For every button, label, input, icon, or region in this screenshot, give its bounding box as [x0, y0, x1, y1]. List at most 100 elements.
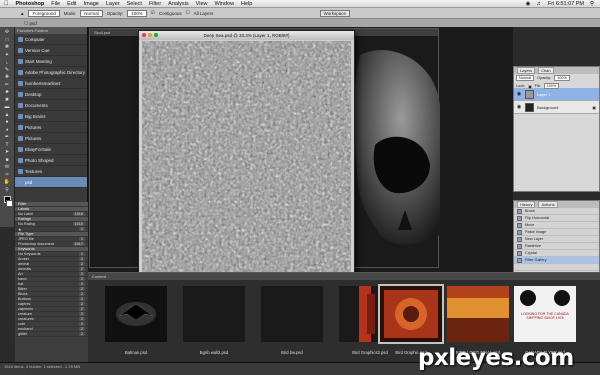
background-color-swatch[interactable]: [5, 200, 13, 207]
history-item[interactable]: Rasterize: [514, 243, 599, 250]
dodge-tool-icon[interactable]: ◕: [2, 127, 13, 134]
history-item[interactable]: Paste Image: [514, 229, 599, 236]
eyedropper-tool-icon[interactable]: ✑: [2, 172, 13, 179]
history-item[interactable]: Crystal: [514, 250, 599, 257]
all-layers-checkbox[interactable]: ☐: [186, 10, 190, 16]
filter-row[interactable]: glitter 2: [15, 332, 88, 337]
menu-window[interactable]: Window: [214, 1, 234, 7]
menu-file[interactable]: File: [51, 1, 60, 7]
lasso-tool-icon[interactable]: ❃: [2, 44, 13, 51]
folder-icon: [18, 113, 23, 119]
filter-label: capimeis: [18, 307, 33, 311]
favorite-item[interactable]: Pictures: [15, 133, 87, 144]
favorite-item[interactable]: EbayForSale: [15, 144, 87, 155]
path-current[interactable]: psd: [30, 21, 37, 26]
history-item[interactable]: Brush: [514, 208, 599, 215]
notes-tool-icon[interactable]: ✉: [2, 164, 13, 171]
apple-menu-icon[interactable]: : [4, 1, 9, 7]
layer-row-background[interactable]: ◉ Background ▣: [514, 101, 599, 114]
path-select-tool-icon[interactable]: ➤: [2, 149, 13, 156]
favorite-item[interactable]: humbertsmarlinez: [15, 78, 87, 89]
content-thumb[interactable]: Bgrib wall2.psd: [180, 282, 248, 356]
content-thumb[interactable]: Bird bw.psd: [258, 282, 326, 356]
lock-icon[interactable]: ▣: [528, 84, 532, 89]
flyer-text: LOOKING FOR THE CANADA SHIPPING SINCE 19…: [521, 312, 569, 320]
crop-tool-icon[interactable]: ⌞: [2, 59, 13, 66]
favorite-item[interactable]: Desktop: [15, 89, 87, 100]
menu-analysis[interactable]: Analysis: [168, 1, 188, 7]
favorite-item[interactable]: Computer: [15, 34, 87, 45]
history-item[interactable]: Flip Horizontal: [514, 215, 599, 222]
favorite-item[interactable]: Pictures: [15, 122, 87, 133]
favorites-header[interactable]: Favorites Folders: [15, 27, 87, 34]
hand-tool-icon[interactable]: ✋: [2, 179, 13, 186]
blend-mode-select[interactable]: Normal: [516, 75, 535, 81]
menu-view[interactable]: View: [196, 1, 208, 7]
history-brush-icon[interactable]: ✖: [2, 97, 13, 104]
paint-bucket-icon[interactable]: ▲: [20, 11, 24, 16]
menu-layer[interactable]: Layer: [106, 1, 120, 7]
content-header[interactable]: Content: [88, 273, 600, 280]
tab-history[interactable]: History: [517, 201, 536, 208]
layer-opacity-field[interactable]: 100%: [554, 75, 570, 81]
favorite-item[interactable]: Big Brains: [15, 111, 87, 122]
document-titlebar[interactable]: Deep Sea.psd @ 33.3% (Layer 1, RGB/8#): [139, 31, 354, 40]
favorite-item[interactable]: Adobe Photographic Directory: [15, 67, 87, 78]
wifi-icon[interactable]: ◉: [526, 1, 531, 7]
app-menu[interactable]: Photoshop: [16, 1, 45, 7]
eye-icon[interactable]: ◉: [516, 104, 522, 110]
favorite-item[interactable]: Start Meeting: [15, 56, 87, 67]
clock[interactable]: Fri 6:51:07 PM: [548, 1, 584, 7]
bucket-tool-icon[interactable]: ▲: [2, 112, 13, 119]
zoom-tool-icon[interactable]: ⚲: [2, 187, 13, 194]
fill-field[interactable]: 100%: [543, 83, 560, 89]
opacity-field[interactable]: 100%: [127, 9, 147, 17]
history-item[interactable]: New Layer: [514, 236, 599, 243]
history-step-icon: [517, 208, 522, 214]
fill-source-select[interactable]: Foreground: [28, 9, 60, 17]
history-item[interactable]: Move: [514, 222, 599, 229]
tab-actions[interactable]: Actions: [538, 201, 558, 208]
workspace-button[interactable]: Workspace: [319, 9, 350, 17]
favorite-item[interactable]: Textures: [15, 166, 87, 177]
brush-tool-icon[interactable]: ✏: [2, 82, 13, 89]
move-tool-icon[interactable]: ✣: [2, 29, 13, 36]
tab-layers[interactable]: Layers: [517, 67, 536, 74]
favorite-item[interactable]: psd: [15, 177, 87, 188]
eraser-tool-icon[interactable]: ▬: [2, 104, 13, 111]
filter-label: Labels: [18, 207, 30, 211]
marquee-tool-icon[interactable]: □: [2, 37, 13, 44]
menu-filter[interactable]: Filter: [149, 1, 161, 7]
content-thumb[interactable]: Batman.psd: [102, 282, 170, 356]
history-step-icon: [517, 243, 522, 249]
contiguous-checkbox[interactable]: ☑: [151, 10, 155, 16]
menu-help[interactable]: Help: [241, 1, 252, 7]
mode-select[interactable]: Normal: [80, 9, 103, 17]
favorite-item[interactable]: Photo Shoped: [15, 155, 87, 166]
close-icon[interactable]: [142, 33, 146, 37]
spotlight-icon[interactable]: ⚲: [590, 1, 594, 7]
blur-tool-icon[interactable]: ●: [2, 119, 13, 126]
tab-channels[interactable]: Chan: [538, 67, 554, 74]
menu-edit[interactable]: Edit: [67, 1, 76, 7]
menu-select[interactable]: Select: [127, 1, 142, 7]
stamp-tool-icon[interactable]: ♣: [2, 89, 13, 96]
history-item[interactable]: Filter Gallery: [514, 257, 599, 264]
options-bar: ▲ Foreground Mode: Normal Opacity: 100% …: [0, 8, 600, 19]
favorite-item[interactable]: Documents: [15, 100, 87, 111]
zoom-icon[interactable]: [154, 33, 158, 37]
filter-label: Buttons: [18, 297, 31, 301]
shape-tool-icon[interactable]: ■: [2, 157, 13, 164]
bridge-path-bar: ▢ psd: [0, 19, 600, 27]
slice-tool-icon[interactable]: ✎: [2, 67, 13, 74]
type-tool-icon[interactable]: T: [2, 142, 13, 149]
healing-tool-icon[interactable]: ✚: [2, 74, 13, 81]
favorite-item[interactable]: Version Cue: [15, 45, 87, 56]
volume-icon[interactable]: ♬: [536, 1, 542, 7]
minimize-icon[interactable]: [148, 33, 152, 37]
eye-icon[interactable]: ◉: [516, 91, 522, 97]
layer-row-layer-1[interactable]: ◉ Layer 1: [514, 88, 599, 101]
menu-image[interactable]: Image: [84, 1, 99, 7]
pen-tool-icon[interactable]: ✒: [2, 134, 13, 141]
magic-wand-tool-icon[interactable]: ✦: [2, 52, 13, 59]
